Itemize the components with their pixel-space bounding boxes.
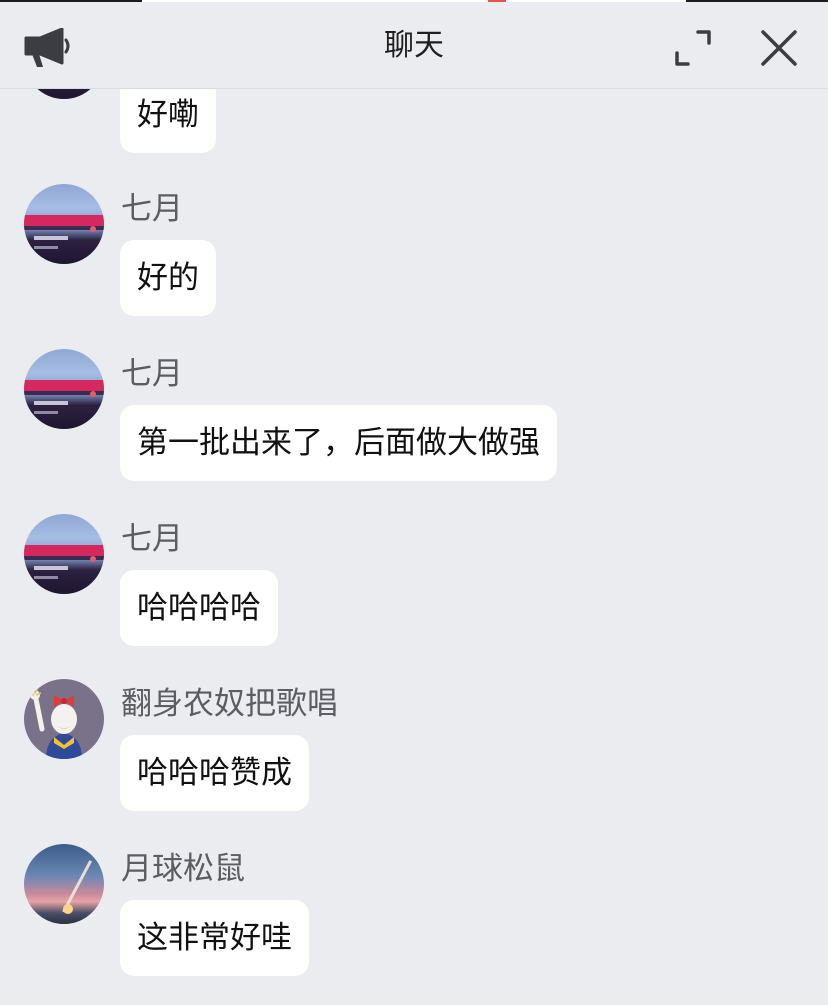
message-bubble[interactable]: 这非常好哇 [120, 900, 309, 976]
message-bubble[interactable]: 哈哈哈赞成 [120, 735, 309, 811]
sender-name: 七月 [121, 521, 183, 557]
message-bubble[interactable]: 好的 [120, 240, 216, 316]
message-bubble[interactable]: 第一批出来了，后面做大做强 [120, 405, 557, 481]
stadium-avatar[interactable] [24, 514, 104, 594]
cartoon-duck-avatar[interactable] [24, 679, 104, 759]
sender-name: 翻身农奴把歌唱 [121, 686, 338, 722]
close-icon[interactable] [756, 25, 802, 71]
sender-name: 七月 [121, 191, 183, 227]
stadium-avatar[interactable] [24, 184, 104, 264]
stadium-avatar[interactable] [24, 349, 104, 429]
rocket-launch-avatar[interactable] [24, 844, 104, 924]
sender-name: 月球松鼠 [121, 851, 245, 887]
sender-name: 七月 [121, 356, 183, 392]
message-bubble[interactable]: 好嘞 [120, 89, 216, 153]
message-list[interactable]: 好嘞 七月 好的 七月 第一批出来了，后面做大做强 七月 哈哈哈哈 翻身农奴把歌… [0, 89, 828, 1005]
stadium-avatar[interactable] [24, 89, 104, 99]
chat-header: 聊天 [0, 2, 828, 89]
expand-icon[interactable] [670, 25, 716, 71]
message-bubble[interactable]: 哈哈哈哈 [120, 570, 278, 646]
